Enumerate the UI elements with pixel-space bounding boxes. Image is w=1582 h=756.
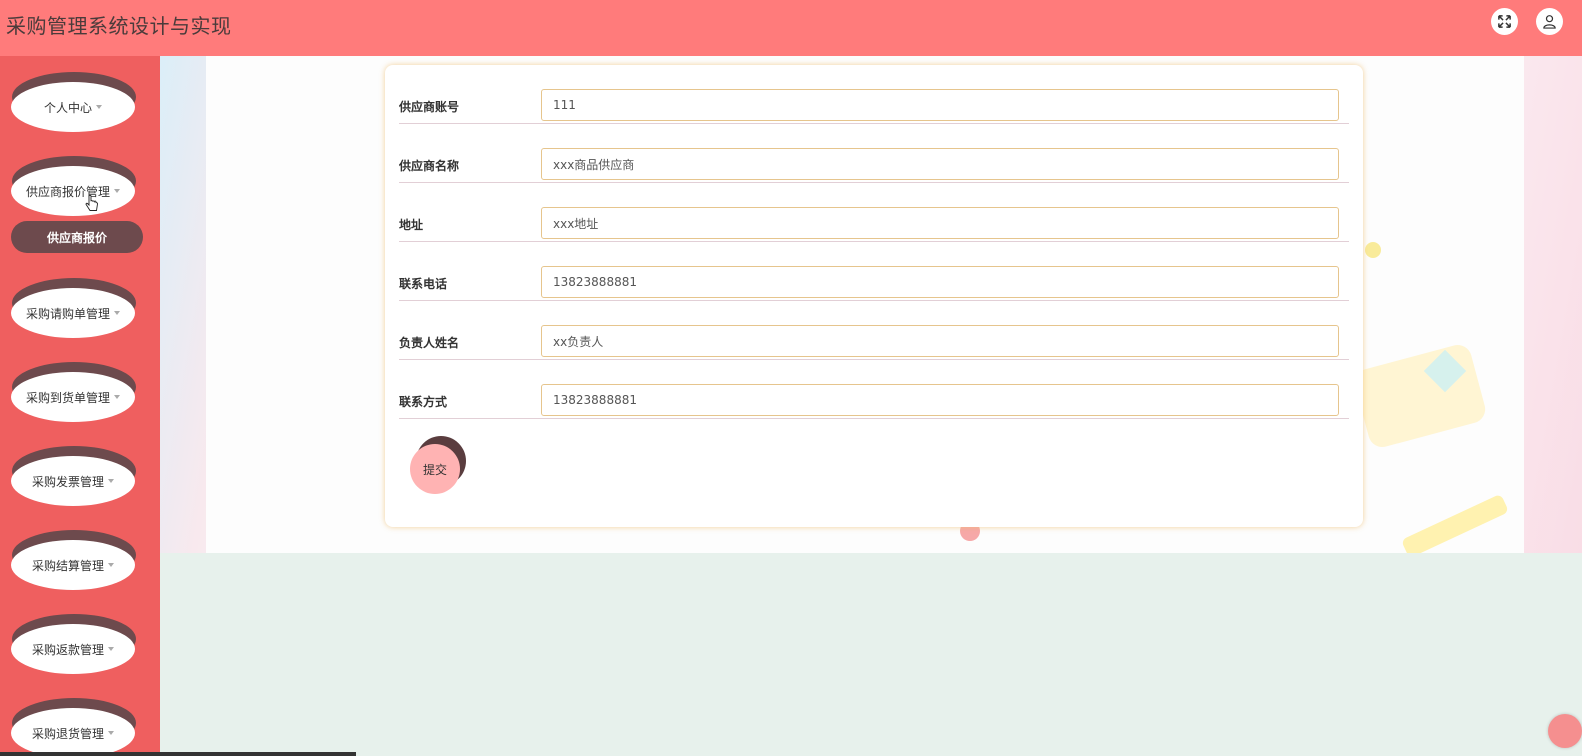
top-header: 采购管理系统设计与实现: [0, 0, 1582, 56]
sidebar-item-requisition-mgmt[interactable]: 采购请购单管理: [11, 278, 136, 338]
form-row-supplier-account: 供应商账号: [399, 65, 1349, 124]
sidebar-item-personal-center[interactable]: 个人中心: [11, 72, 136, 132]
user-menu-button[interactable]: [1536, 8, 1563, 35]
address-field[interactable]: [541, 207, 1339, 239]
sidebar-item-label: 采购结算管理: [31, 558, 104, 573]
supplier-form: 供应商账号 供应商名称 地址 联系电话 负责人姓名 联系方式 提交: [385, 65, 1363, 527]
sidebar-item-label: 采购到货单管理: [25, 390, 110, 405]
form-row-manager-name: 负责人姓名: [399, 301, 1349, 360]
sidebar-item-arrival-mgmt[interactable]: 采购到货单管理: [11, 362, 136, 422]
sidebar-item-return-mgmt[interactable]: 采购退货管理: [11, 698, 136, 756]
sidebar-item-refund-mgmt[interactable]: 采购返款管理: [11, 614, 136, 674]
manager-name-field[interactable]: [541, 325, 1339, 357]
contact-field[interactable]: [541, 384, 1339, 416]
form-row-phone: 联系电话: [399, 242, 1349, 301]
caret-down-icon: [96, 105, 102, 109]
caret-down-icon: [108, 479, 114, 483]
sidebar-item-label: 个人中心: [43, 100, 92, 115]
caret-down-icon: [114, 395, 120, 399]
submit-button-wrap: 提交: [410, 436, 470, 496]
form-row-supplier-name: 供应商名称: [399, 124, 1349, 183]
submit-button[interactable]: 提交: [410, 444, 460, 494]
caret-down-icon: [108, 563, 114, 567]
caret-down-icon: [108, 647, 114, 651]
floating-action-button[interactable]: [1548, 714, 1582, 748]
app-title: 采购管理系统设计与实现: [6, 14, 232, 38]
phone-field[interactable]: [541, 266, 1339, 298]
form-row-contact: 联系方式: [399, 360, 1349, 419]
hand-cursor-icon: [85, 195, 98, 211]
sidebar: 个人中心 供应商报价管理 供应商报价 采购请购单管理 采购到货单管理 采购发票管…: [0, 56, 160, 756]
sidebar-item-label: 采购请购单管理: [25, 306, 110, 321]
supplier-account-field[interactable]: [541, 89, 1339, 121]
bottom-scrollbar[interactable]: [0, 752, 356, 756]
expand-icon: [1498, 15, 1511, 28]
supplier-name-field[interactable]: [541, 148, 1339, 180]
caret-down-icon: [108, 731, 114, 735]
sidebar-item-settlement-mgmt[interactable]: 采购结算管理: [11, 530, 136, 590]
fullscreen-button[interactable]: [1491, 8, 1518, 35]
caret-down-icon: [114, 189, 120, 193]
sidebar-item-supplier-quote-mgmt[interactable]: 供应商报价管理: [11, 156, 136, 216]
user-icon: [1543, 15, 1556, 29]
sidebar-item-label: 采购退货管理: [31, 726, 104, 741]
sidebar-item-label: 采购返款管理: [31, 642, 104, 657]
sidebar-item-invoice-mgmt[interactable]: 采购发票管理: [11, 446, 136, 506]
sidebar-item-label: 采购发票管理: [31, 474, 104, 489]
submenu-item-supplier-quote[interactable]: 供应商报价: [11, 221, 143, 253]
form-row-address: 地址: [399, 183, 1349, 242]
caret-down-icon: [114, 311, 120, 315]
